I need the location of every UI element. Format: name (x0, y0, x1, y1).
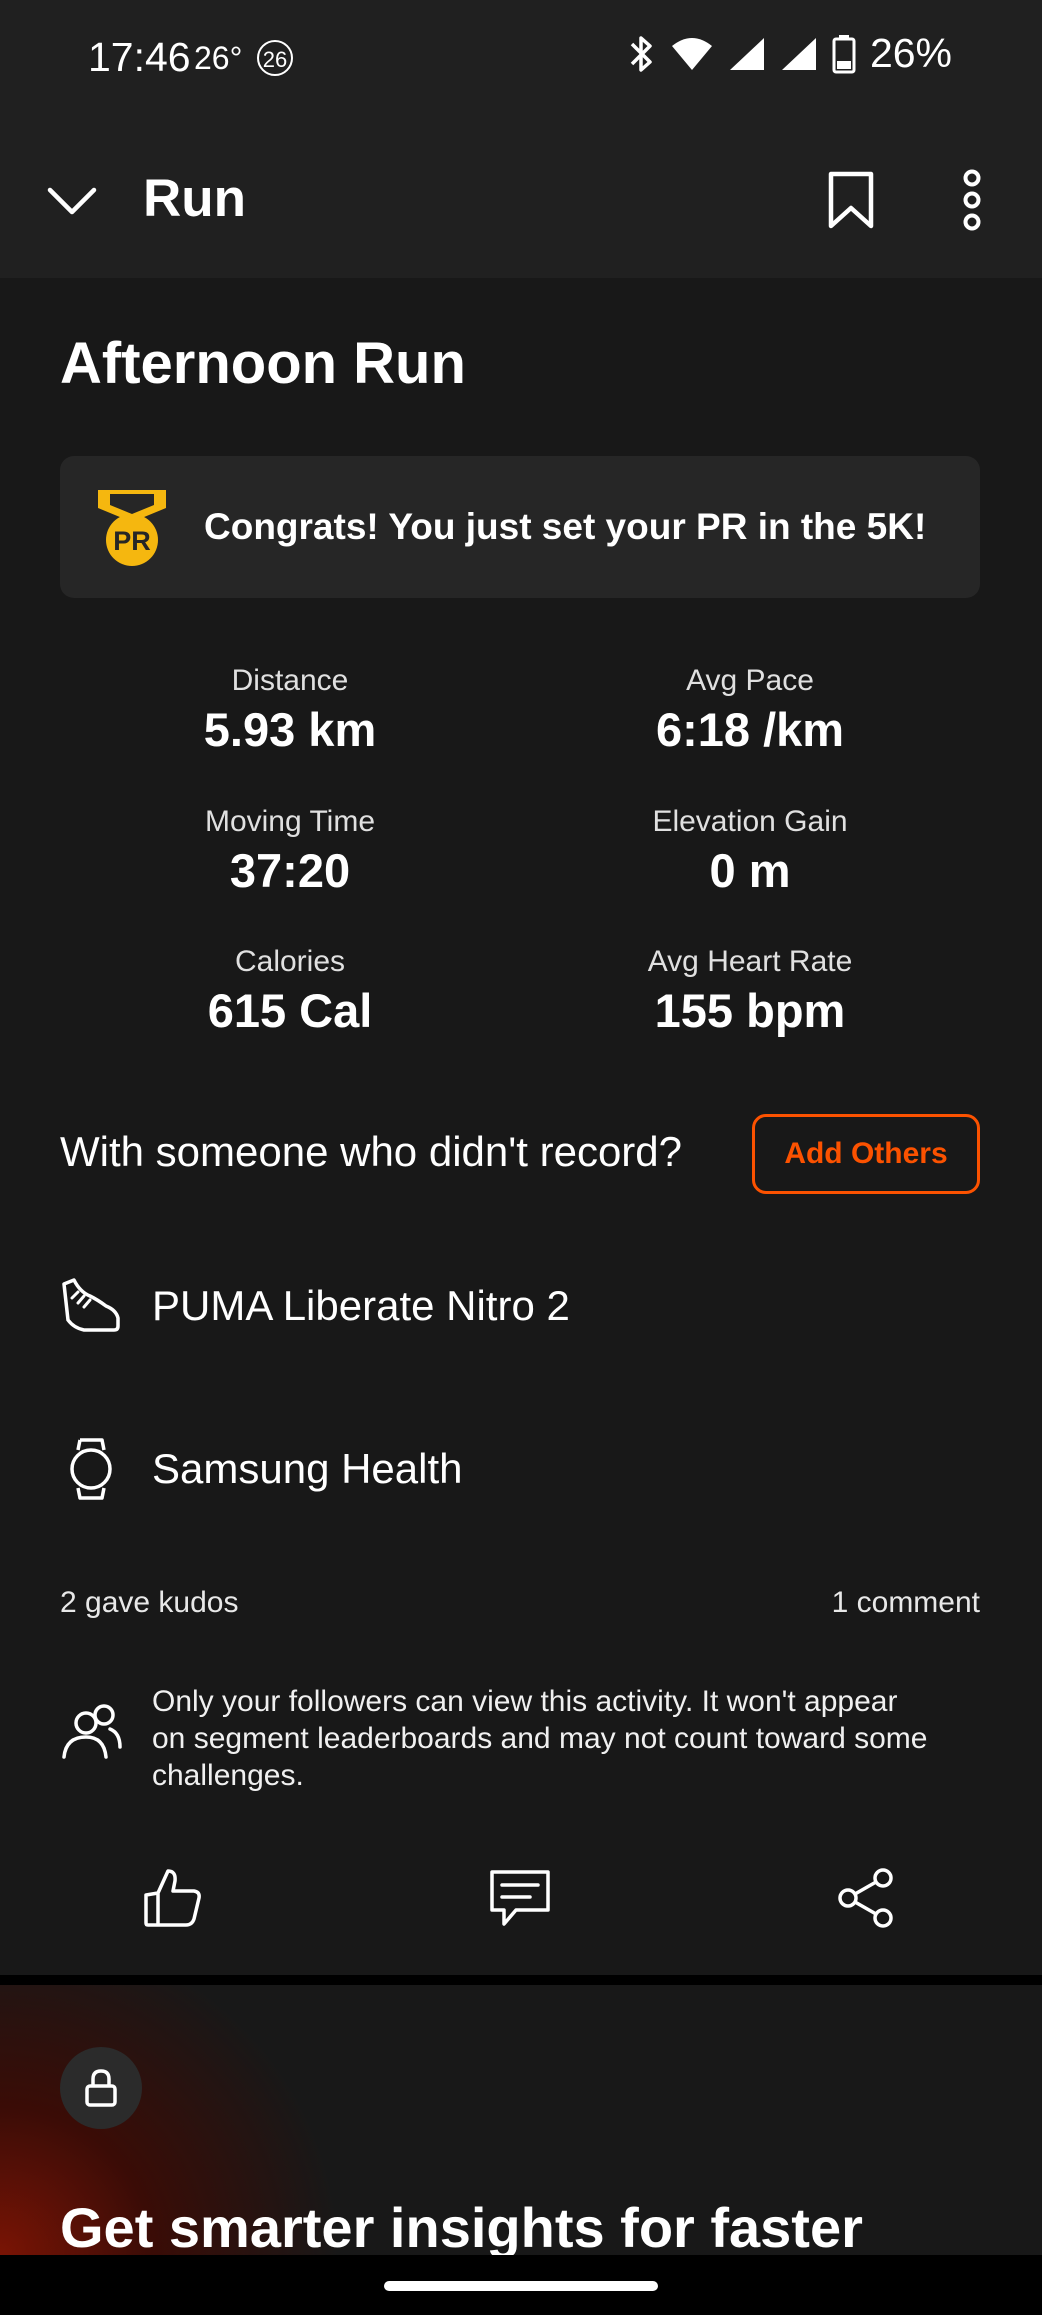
stat-value: 5.93 km (203, 703, 377, 756)
status-time: 17:46 (88, 34, 191, 80)
stat-moving-time: Moving Time 37:20 (60, 805, 520, 898)
chevron-down-icon (47, 187, 97, 215)
more-options-button[interactable] (932, 160, 1012, 240)
signal-icon (729, 37, 764, 70)
device-name: Samsung Health (152, 1445, 463, 1492)
wifi-icon (671, 37, 712, 70)
watch-icon (70, 1438, 112, 1500)
stat-calories: Calories 615 Cal (60, 945, 520, 1038)
stat-value: 155 bpm (654, 984, 846, 1037)
app-bar: Run (0, 120, 1042, 278)
battery-icon (832, 34, 856, 73)
stat-label: Elevation Gain (652, 805, 848, 838)
stat-elevation-gain: Elevation Gain 0 m (520, 805, 980, 898)
lock-badge (60, 2047, 142, 2129)
device-row[interactable]: Samsung Health (60, 1436, 463, 1502)
notification-badge: 26 (257, 40, 293, 76)
privacy-text: Only your followers can view this activi… (152, 1685, 928, 1792)
pr-medal-icon: PR (98, 490, 166, 566)
system-nav-bar (0, 2255, 1042, 2315)
collapse-button[interactable] (32, 160, 112, 240)
pr-message: Congrats! You just set your PR in the 5K… (204, 506, 927, 547)
stat-label: Moving Time (204, 805, 376, 838)
promo-title: Get smarter insights for faster (60, 2196, 863, 2255)
stat-value: 6:18 /km (655, 703, 845, 756)
share-button[interactable] (826, 1858, 906, 1938)
section-divider (0, 1975, 1042, 1985)
status-bar: 17:46 26° 26 26% (0, 0, 1042, 120)
shoe-icon (62, 1278, 120, 1332)
stat-label: Avg Heart Rate (647, 945, 853, 978)
status-icons: 26% (626, 30, 952, 77)
stat-label: Calories (234, 945, 346, 978)
stat-label: Avg Pace (686, 664, 814, 697)
activity-title: Afternoon Run (60, 331, 466, 396)
comment-icon (490, 1870, 550, 1926)
battery-percent: 26% (869, 30, 952, 76)
kudos-count[interactable]: 2 gave kudos (60, 1586, 238, 1620)
stat-avg-heart-rate: Avg Heart Rate 155 bpm (520, 945, 980, 1038)
activity-detail: Afternoon Run PR Congrats! You just set … (0, 278, 1042, 1975)
status-temperature: 26° (194, 40, 243, 76)
gear-name: PUMA Liberate Nitro 2 (152, 1282, 570, 1329)
with-others-prompt: With someone who didn't record? (60, 1128, 683, 1175)
gear-row[interactable]: PUMA Liberate Nitro 2 (60, 1278, 570, 1334)
bluetooth-icon (630, 35, 652, 72)
bookmark-icon (828, 171, 874, 229)
stat-value: 0 m (709, 844, 791, 897)
signal-icon-2 (781, 37, 816, 70)
followers-icon (62, 1704, 122, 1759)
bookmark-button[interactable] (811, 160, 891, 240)
add-others-button[interactable]: Add Others (752, 1114, 980, 1194)
insights-promo[interactable]: Get smarter insights for faster (0, 1985, 1042, 2255)
share-icon (838, 1868, 893, 1928)
thumbs-up-icon (144, 1869, 201, 1927)
more-vertical-icon (963, 169, 981, 231)
stat-distance: Distance 5.93 km (60, 664, 520, 757)
home-gesture-handle[interactable] (384, 2281, 658, 2291)
stat-label: Distance (231, 664, 349, 697)
page-title: Run (143, 169, 247, 228)
stat-value: 37:20 (229, 844, 351, 897)
comment-button[interactable] (480, 1858, 560, 1938)
pr-banner[interactable]: PR Congrats! You just set your PR in the… (60, 456, 980, 598)
comment-count[interactable]: 1 comment (832, 1586, 980, 1620)
stat-avg-pace: Avg Pace 6:18 /km (520, 664, 980, 757)
stat-value: 615 Cal (207, 984, 373, 1037)
pr-badge-text: PR (113, 526, 151, 556)
kudos-button[interactable] (133, 1858, 213, 1938)
lock-icon (85, 2069, 117, 2107)
